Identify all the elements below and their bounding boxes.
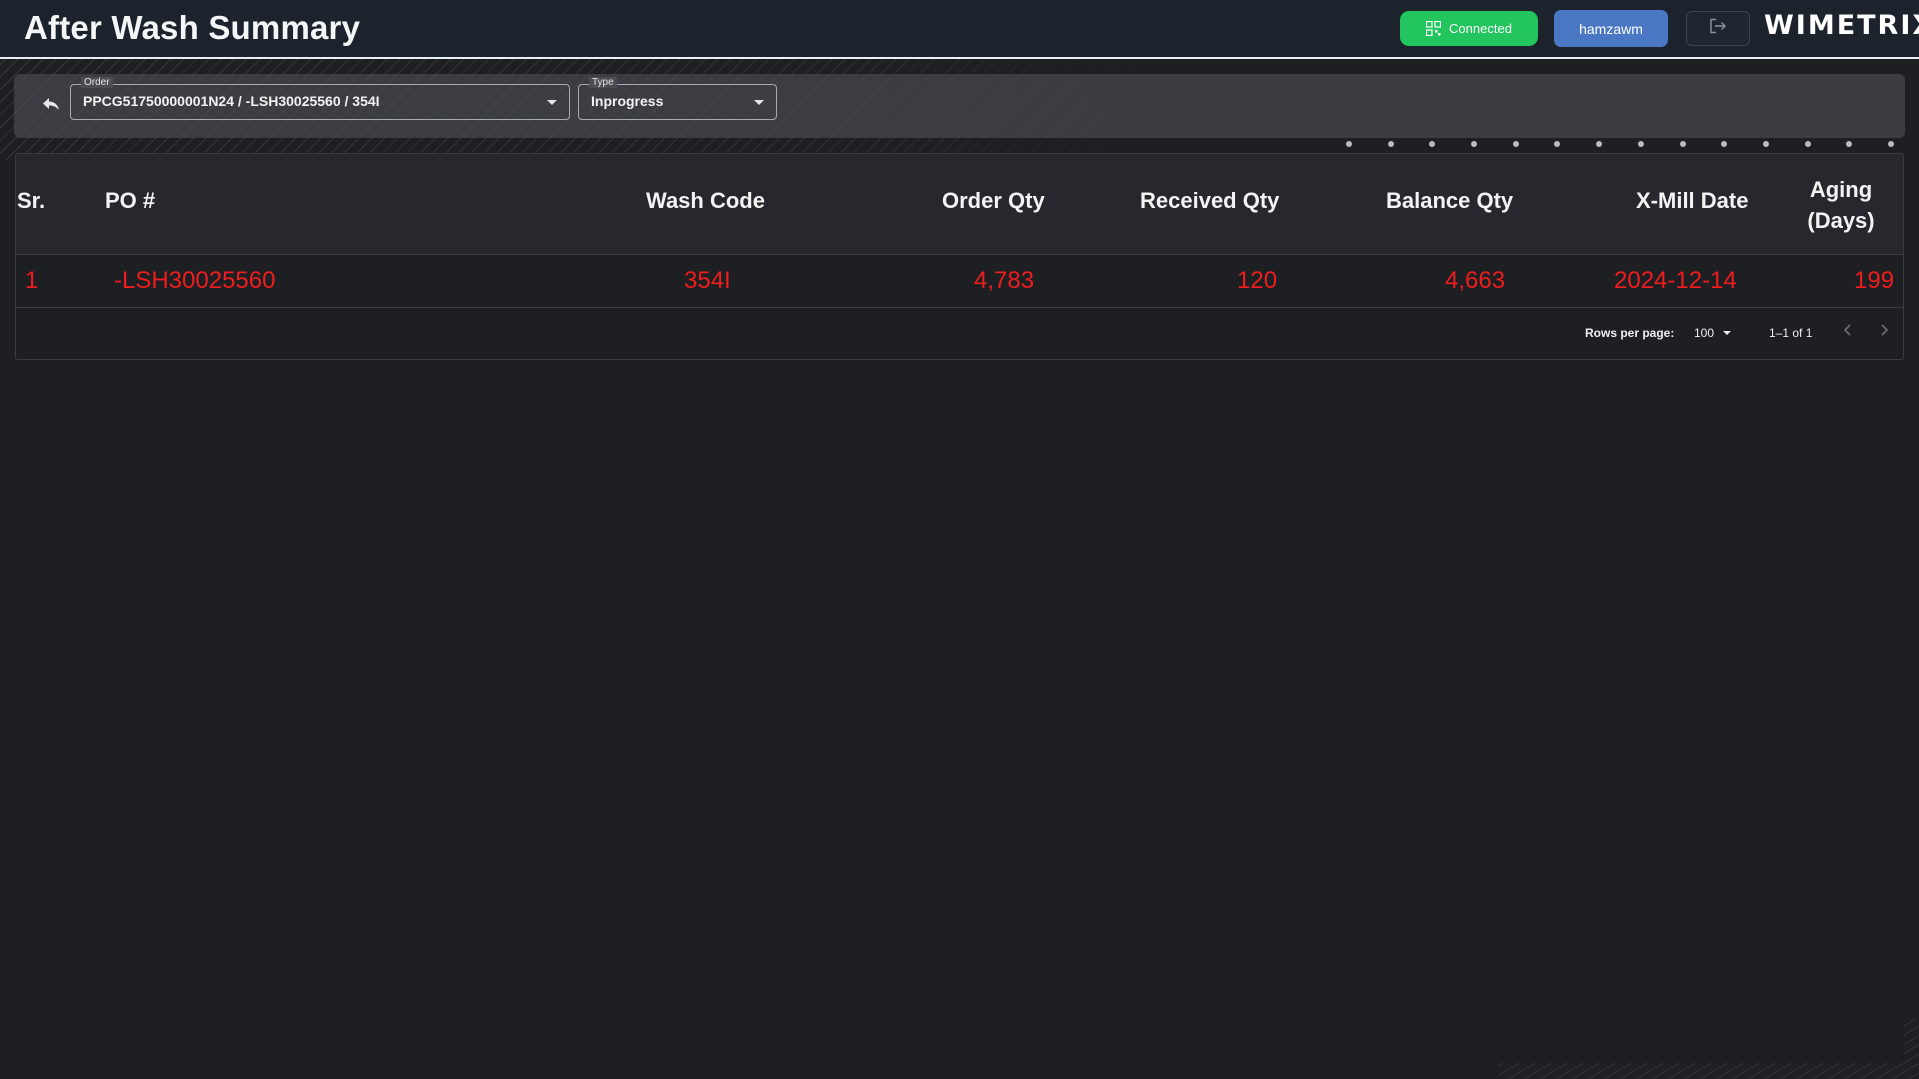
- column-header-aging[interactable]: Aging (Days): [1794, 174, 1888, 236]
- cell-wash-code: 354I: [684, 267, 731, 294]
- table-header: Sr. PO # Wash Code Order Qty Received Qt…: [16, 154, 1903, 255]
- decorative-dots: [1346, 141, 1894, 147]
- column-header-aging-line2: (Days): [1807, 208, 1875, 233]
- qr-code-icon: [1425, 20, 1442, 37]
- connection-status-badge[interactable]: Connected: [1400, 11, 1538, 46]
- back-button[interactable]: [36, 91, 66, 121]
- type-select[interactable]: Type Inprogress: [578, 77, 777, 120]
- order-select-value: PPCG51750000001N24 / -LSH30025560 / 354I: [83, 93, 380, 109]
- cell-xmill-date: 2024-12-14: [1614, 267, 1737, 294]
- cell-sr: 1: [25, 267, 39, 294]
- connection-status-label: Connected: [1449, 21, 1512, 36]
- table-pagination: Rows per page: 100 1–1 of 1: [16, 308, 1903, 360]
- column-header-aging-line1: Aging: [1809, 177, 1873, 202]
- rows-per-page-select[interactable]: 100: [1694, 326, 1714, 340]
- back-arrow-icon: [42, 97, 60, 116]
- column-header-wash-code[interactable]: Wash Code: [646, 188, 765, 214]
- column-header-order-qty[interactable]: Order Qty: [942, 188, 1045, 214]
- column-header-received-qty[interactable]: Received Qty: [1140, 188, 1279, 214]
- chevron-down-icon[interactable]: [1723, 331, 1731, 335]
- summary-table: Sr. PO # Wash Code Order Qty Received Qt…: [15, 153, 1904, 360]
- user-name: hamzawm: [1579, 20, 1643, 37]
- column-header-po[interactable]: PO #: [105, 188, 155, 214]
- pagination-range: 1–1 of 1: [1769, 326, 1813, 340]
- cell-po: -LSH30025560: [114, 267, 276, 294]
- page-title: After Wash Summary: [24, 9, 361, 46]
- cell-balance-qty: 4,663: [1445, 267, 1506, 294]
- chevron-down-icon: [754, 100, 764, 105]
- cell-order-qty: 4,783: [974, 267, 1035, 294]
- column-header-xmill-date[interactable]: X-Mill Date: [1636, 188, 1748, 214]
- order-select[interactable]: Order PPCG51750000001N24 / -LSH30025560 …: [70, 77, 570, 120]
- chevron-left-icon: [1843, 324, 1851, 336]
- brand-logo: WIMETRIX: [1764, 10, 1919, 41]
- order-select-label: Order: [81, 77, 113, 88]
- next-page-button[interactable]: [1879, 323, 1889, 342]
- logout-button[interactable]: [1686, 11, 1750, 46]
- type-select-value: Inprogress: [591, 93, 664, 109]
- previous-page-button[interactable]: [1843, 323, 1853, 342]
- chevron-down-icon: [547, 100, 557, 105]
- top-bar: After Wash Summary Connected hamzawm WIM…: [0, 0, 1919, 59]
- chevron-right-icon: [1881, 324, 1889, 336]
- rows-per-page-label: Rows per page:: [1585, 326, 1675, 340]
- logout-icon: [1709, 18, 1727, 39]
- table-row[interactable]: 1 -LSH30025560 354I 4,783 120 4,663 2024…: [16, 255, 1903, 308]
- column-header-sr[interactable]: Sr.: [17, 188, 45, 214]
- empty-content-area: [15, 360, 1904, 1063]
- type-select-label: Type: [589, 77, 617, 88]
- filter-bar: Order PPCG51750000001N24 / -LSH30025560 …: [14, 74, 1905, 138]
- user-button[interactable]: hamzawm: [1554, 10, 1668, 47]
- cell-aging: 199: [1854, 267, 1895, 294]
- cell-received-qty: 120: [1237, 267, 1278, 294]
- column-header-balance-qty[interactable]: Balance Qty: [1386, 188, 1513, 214]
